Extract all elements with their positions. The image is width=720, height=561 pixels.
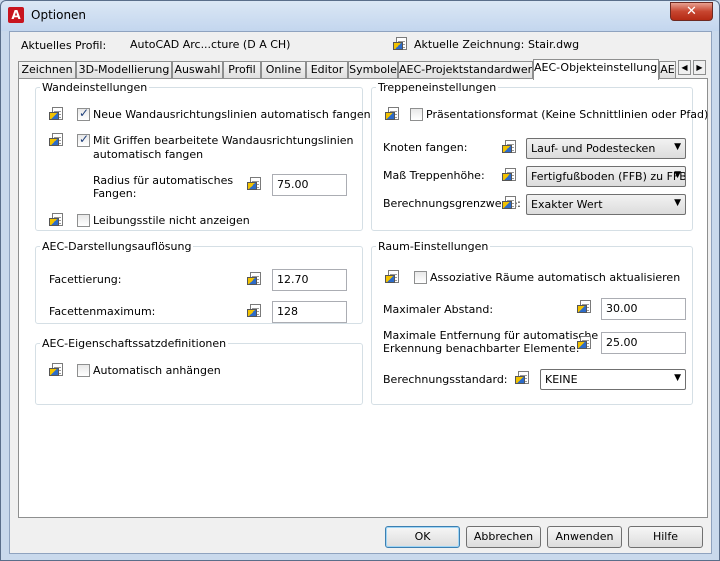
- profile-value: AutoCAD Arc...cture (D A CH): [130, 38, 291, 51]
- presentation-format-checkbox[interactable]: [410, 108, 423, 121]
- drawing-setting-icon: [502, 167, 518, 183]
- drawing-setting-icon: [247, 271, 263, 287]
- calc-standard-label: Berechnungsstandard:: [383, 373, 508, 386]
- presentation-format-label: Präsentationsformat (Keine Schnittlinien…: [426, 108, 709, 121]
- ok-button[interactable]: OK: [385, 526, 460, 548]
- drawing-setting-icon: [577, 335, 593, 351]
- close-button[interactable]: ✕: [670, 2, 713, 21]
- auto-snap-new-wall-lines-checkbox[interactable]: [77, 106, 90, 121]
- stair-height-label: Maß Treppenhöhe:: [383, 169, 485, 182]
- stair-settings-group: Treppeneinstellungen Präsentationsformat…: [371, 81, 708, 231]
- stair-settings-title: Treppeneinstellungen: [378, 81, 497, 94]
- assoc-rooms-update-label: Assoziative Räume automatisch aktualisie…: [430, 271, 681, 284]
- drawing-setting-icon: [502, 195, 518, 211]
- node-snap-value: Lauf- und Podestecken: [531, 142, 656, 155]
- auto-attach-label: Automatisch anhängen: [93, 364, 221, 377]
- snap-radius-label-2: Fangen:: [93, 187, 137, 200]
- max-detect-input[interactable]: 25.00: [601, 332, 686, 354]
- tab-scroll-right-icon[interactable]: ▶: [693, 60, 706, 75]
- window-title: Optionen: [31, 8, 87, 22]
- node-snap-select[interactable]: Lauf- und Podestecken ▼: [526, 138, 686, 159]
- snap-radius-input[interactable]: 75.00: [272, 174, 347, 196]
- calc-limits-label: Berechnungsgrenzwerte:: [383, 197, 521, 210]
- auto-snap-grip-edited-lines-label-2: automatisch fangen: [93, 148, 204, 161]
- drawing-value: Stair.dwg: [528, 38, 580, 51]
- cancel-button[interactable]: Abbrechen: [466, 526, 541, 548]
- hide-opening-styles-label: Leibungsstile nicht anzeigen: [93, 214, 250, 227]
- calc-standard-value: KEINE: [545, 373, 578, 386]
- drawing-setting-icon: [515, 370, 531, 386]
- drawing-setting-icon: [247, 176, 263, 192]
- tab-ae-partial[interactable]: AE: [659, 61, 676, 79]
- apply-button[interactable]: Anwenden: [547, 526, 622, 548]
- auto-snap-new-wall-lines-label: Neue Wandausrichtungslinien automatisch …: [93, 108, 371, 121]
- aec-display-resolution-title: AEC-Darstellungsauflösung: [42, 240, 192, 253]
- tab-symbole[interactable]: Symbole: [348, 61, 398, 79]
- stair-height-value: Fertigfußboden (FFB) zu FFB: [531, 170, 686, 183]
- autocad-app-icon: A: [8, 7, 24, 23]
- auto-attach-checkbox[interactable]: [77, 364, 90, 377]
- profile-row: Aktuelles Profil: AutoCAD Arc...cture (D…: [10, 32, 711, 58]
- drawing-setting-icon: [385, 106, 401, 122]
- tab-strip: Zeichnen 3D-Modellierung Auswahl Profil …: [18, 59, 708, 80]
- calc-limits-select[interactable]: Exakter Wert ▼: [526, 194, 686, 215]
- chevron-down-icon: ▼: [674, 198, 681, 208]
- chevron-down-icon: ▼: [674, 170, 681, 180]
- drawing-setting-icon: [385, 269, 401, 285]
- facet-max-label: Facettenmaximum:: [49, 305, 156, 318]
- max-detect-label-1: Maximale Entfernung für automatische: [383, 329, 599, 342]
- drawing-setting-icon: [49, 132, 65, 148]
- help-button[interactable]: Hilfe: [628, 526, 703, 548]
- chevron-down-icon: ▼: [674, 373, 681, 383]
- tab-aec-objekteinstellungen[interactable]: AEC-Objekteinstellungen: [533, 59, 659, 80]
- room-settings-title: Raum-Einstellungen: [378, 240, 489, 253]
- tab-aec-projektstandardwerte[interactable]: AEC-Projektstandardwerte: [398, 61, 533, 79]
- drawing-settings-icon: [393, 36, 409, 52]
- max-distance-label: Maximaler Abstand:: [383, 303, 494, 316]
- max-distance-input[interactable]: 30.00: [601, 298, 686, 320]
- auto-snap-grip-edited-lines-checkbox[interactable]: [77, 132, 90, 147]
- drawing-setting-icon: [49, 362, 65, 378]
- calc-limits-value: Exakter Wert: [531, 198, 603, 211]
- hide-opening-styles-checkbox[interactable]: [77, 214, 90, 227]
- tab-scroll-left-icon[interactable]: ◀: [678, 60, 691, 75]
- assoc-rooms-update-checkbox[interactable]: [414, 271, 427, 284]
- max-detect-label-2: Erkennung benachbarter Elemente:: [383, 342, 580, 355]
- facet-label: Facettierung:: [49, 273, 122, 286]
- drawing-label: Aktuelle Zeichnung:: [414, 38, 525, 51]
- drawing-setting-icon: [49, 106, 65, 122]
- snap-radius-label-1: Radius für automatisches: [93, 174, 234, 187]
- aec-settings-panel: Wandeinstellungen Neue Wandausrichtungsl…: [18, 78, 708, 518]
- aec-property-set-title: AEC-Eigenschaftssatzdefinitionen: [42, 337, 227, 350]
- stair-height-select[interactable]: Fertigfußboden (FFB) zu FFB ▼: [526, 166, 686, 187]
- facet-input[interactable]: 12.70: [272, 269, 347, 291]
- auto-snap-grip-edited-lines-label-1: Mit Griffen bearbeitete Wandausrichtungs…: [93, 134, 354, 147]
- aec-display-resolution-group: AEC-Darstellungsauflösung Facettierung: …: [35, 240, 363, 324]
- drawing-setting-icon: [49, 212, 65, 228]
- chevron-down-icon: ▼: [674, 142, 681, 152]
- dialog-client-area: Aktuelles Profil: AutoCAD Arc...cture (D…: [9, 31, 712, 554]
- tab-auswahl[interactable]: Auswahl: [172, 61, 223, 79]
- calc-standard-select[interactable]: KEINE ▼: [540, 369, 686, 390]
- tab-editor[interactable]: Editor: [306, 61, 348, 79]
- profile-label: Aktuelles Profil:: [21, 39, 107, 52]
- aec-property-set-group: AEC-Eigenschaftssatzdefinitionen Automat…: [35, 337, 363, 405]
- tab-profil[interactable]: Profil: [223, 61, 261, 79]
- wall-settings-group: Wandeinstellungen Neue Wandausrichtungsl…: [35, 81, 371, 231]
- drawing-setting-icon: [502, 139, 518, 155]
- room-settings-group: Raum-Einstellungen Assoziative Räume aut…: [371, 240, 693, 405]
- tab-online[interactable]: Online: [261, 61, 306, 79]
- title-bar[interactable]: A Optionen ✕: [1, 1, 719, 31]
- facet-max-input[interactable]: 128: [272, 301, 347, 323]
- options-dialog: A Optionen ✕ Aktuelles Profil: AutoCAD A…: [0, 0, 720, 561]
- drawing-setting-icon: [577, 299, 593, 315]
- wall-settings-title: Wandeinstellungen: [42, 81, 148, 94]
- tab-zeichnen[interactable]: Zeichnen: [18, 61, 76, 79]
- node-snap-label: Knoten fangen:: [383, 141, 468, 154]
- tab-3d-modellierung[interactable]: 3D-Modellierung: [76, 61, 172, 79]
- drawing-setting-icon: [247, 303, 263, 319]
